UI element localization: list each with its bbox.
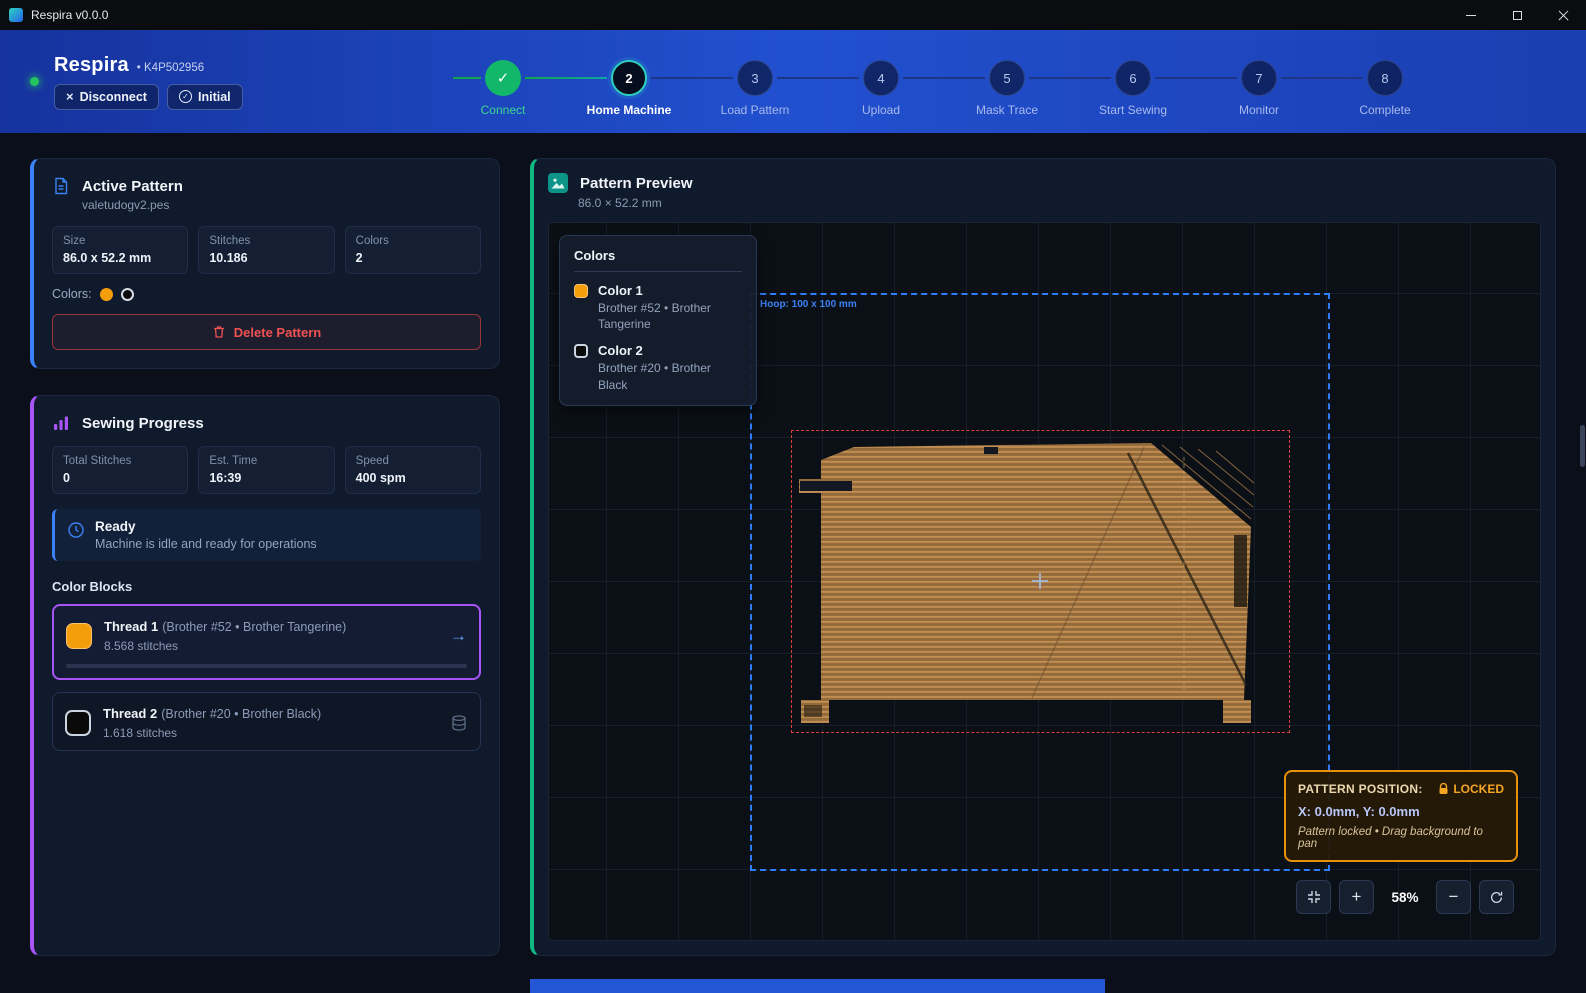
stat-total-stitches: Total Stitches 0	[52, 446, 188, 494]
color2-swatch	[574, 344, 588, 358]
pattern-lock-hint: Pattern locked • Drag background to pan	[1298, 826, 1504, 850]
zoom-in-button[interactable]: +	[1339, 880, 1374, 914]
file-icon	[52, 177, 70, 195]
step-number: 7	[1241, 60, 1277, 96]
step-number: 8	[1367, 60, 1403, 96]
fit-view-button[interactable]	[1296, 880, 1331, 914]
stat-speed: Speed 400 spm	[345, 446, 481, 494]
color2-dot	[121, 288, 134, 301]
thread2-color-swatch	[65, 710, 91, 736]
thread1-progress-track	[66, 664, 467, 668]
zoom-controls: + 58% −	[1296, 880, 1514, 914]
step-mask-trace[interactable]: 5 Mask Trace	[944, 60, 1070, 117]
initial-label: Initial	[198, 90, 231, 104]
step-number: 5	[989, 60, 1025, 96]
preview-title: Pattern Preview	[580, 175, 693, 192]
step-number: 3	[737, 60, 773, 96]
pattern-coordinates: X: 0.0mm, Y: 0.0mm	[1298, 804, 1504, 819]
bar-chart-icon	[52, 414, 70, 432]
step-load-pattern[interactable]: 3 Load Pattern	[692, 60, 818, 117]
pattern-position-box: PATTERN POSITION: LOCKED X: 0.0mm, Y: 0.…	[1284, 770, 1518, 862]
step-number: 6	[1115, 60, 1151, 96]
thread-block-2[interactable]: Thread 2(Brother #20 • Brother Black) 1.…	[52, 692, 481, 751]
minimize-button[interactable]	[1448, 0, 1494, 30]
stat-est-time: Est. Time 16:39	[198, 446, 334, 494]
bottom-accent-bar	[530, 979, 1105, 993]
app-brand: Respira	[54, 54, 129, 77]
sewing-progress-title: Sewing Progress	[82, 415, 204, 432]
titlebar: Respira v0.0.0	[0, 0, 1586, 30]
minus-icon: −	[1449, 887, 1459, 907]
close-icon	[1558, 10, 1569, 21]
legend-entry-color1: Color 1 Brother #52 • Brother Tangerine	[574, 283, 742, 332]
step-connect[interactable]: ✓ Connect	[440, 60, 566, 117]
zoom-out-button[interactable]: −	[1436, 880, 1471, 914]
step-home-machine[interactable]: 2 Home Machine	[566, 60, 692, 117]
zoom-level: 58%	[1382, 890, 1428, 905]
status-description: Machine is idle and ready for operations	[95, 537, 317, 551]
step-start-sewing[interactable]: 6 Start Sewing	[1070, 60, 1196, 117]
step-upload[interactable]: 4 Upload	[818, 60, 944, 117]
refresh-icon	[1489, 890, 1504, 905]
delete-pattern-button[interactable]: Delete Pattern	[52, 314, 481, 350]
thread1-color-swatch	[66, 623, 92, 649]
window-title: Respira v0.0.0	[31, 8, 108, 22]
close-icon: ×	[66, 90, 74, 103]
stitch-pattern-render[interactable]	[796, 435, 1256, 727]
active-pattern-title: Active Pattern	[82, 178, 183, 195]
step-complete-check-icon: ✓	[485, 60, 521, 96]
fit-screen-icon	[1306, 889, 1322, 905]
pattern-preview-panel: Pattern Preview 86.0 × 52.2 mm Colors Co…	[530, 158, 1556, 956]
sewing-progress-panel: Sewing Progress Total Stitches 0 Est. Ti…	[30, 395, 500, 956]
app-header: Respira • K4P502956 × Disconnect ✓ Initi…	[0, 30, 1586, 133]
maximize-button[interactable]	[1494, 0, 1540, 30]
trash-icon	[212, 325, 226, 339]
close-button[interactable]	[1540, 0, 1586, 30]
app-window: Respira v0.0.0 Respira • K4P502956 × Dis…	[0, 0, 1586, 993]
image-icon	[548, 173, 568, 193]
step-complete[interactable]: 8 Complete	[1322, 60, 1448, 117]
stat-stitches: Stitches 10.186	[198, 226, 334, 274]
color1-swatch	[574, 284, 588, 298]
arrow-right-icon: →	[450, 626, 467, 646]
legend-entry-color2: Color 2 Brother #20 • Brother Black	[574, 343, 742, 392]
app-icon	[9, 8, 23, 22]
step-monitor[interactable]: 7 Monitor	[1196, 60, 1322, 117]
thread-block-1[interactable]: Thread 1(Brother #52 • Brother Tangerine…	[52, 604, 481, 680]
locked-badge: LOCKED	[1438, 782, 1504, 796]
machine-serial: • K4P502956	[137, 62, 204, 74]
step-number: 2	[611, 60, 647, 96]
hoop-label: Hoop: 100 x 100 mm	[760, 299, 857, 310]
scrollbar-thumb[interactable]	[1580, 425, 1585, 467]
color-blocks-label: Color Blocks	[52, 579, 481, 594]
connection-status-dot	[30, 77, 39, 86]
active-pattern-panel: Active Pattern valetudogv2.pes Size 86.0…	[30, 158, 500, 369]
disconnect-button[interactable]: × Disconnect	[54, 84, 159, 110]
color1-dot	[100, 288, 113, 301]
center-crosshair-icon	[1032, 573, 1048, 589]
colors-legend: Colors Color 1 Brother #52 • Brother Tan…	[559, 235, 757, 406]
preview-dimensions: 86.0 × 52.2 mm	[578, 196, 1541, 210]
reset-view-button[interactable]	[1479, 880, 1514, 914]
legend-title: Colors	[574, 248, 742, 272]
initial-button[interactable]: ✓ Initial	[167, 84, 243, 110]
pattern-filename: valetudogv2.pes	[82, 198, 481, 212]
preview-canvas[interactable]: Colors Color 1 Brother #52 • Brother Tan…	[548, 222, 1541, 941]
lock-icon	[1438, 783, 1449, 795]
layers-icon	[450, 714, 468, 732]
pattern-position-label: PATTERN POSITION:	[1298, 782, 1423, 796]
colors-label: Colors:	[52, 287, 92, 301]
stat-colors: Colors 2	[345, 226, 481, 274]
maximize-icon	[1513, 11, 1522, 20]
step-number: 4	[863, 60, 899, 96]
stat-size: Size 86.0 x 52.2 mm	[52, 226, 188, 274]
status-title: Ready	[95, 519, 317, 534]
minimize-icon	[1466, 15, 1476, 16]
clock-icon	[67, 521, 85, 539]
check-circle-icon: ✓	[179, 90, 192, 103]
workflow-stepper: ✓ Connect 2 Home Machine 3 Load Pattern …	[440, 60, 1448, 117]
machine-status-box: Ready Machine is idle and ready for oper…	[52, 509, 481, 561]
disconnect-label: Disconnect	[80, 90, 147, 104]
plus-icon: +	[1352, 887, 1362, 907]
